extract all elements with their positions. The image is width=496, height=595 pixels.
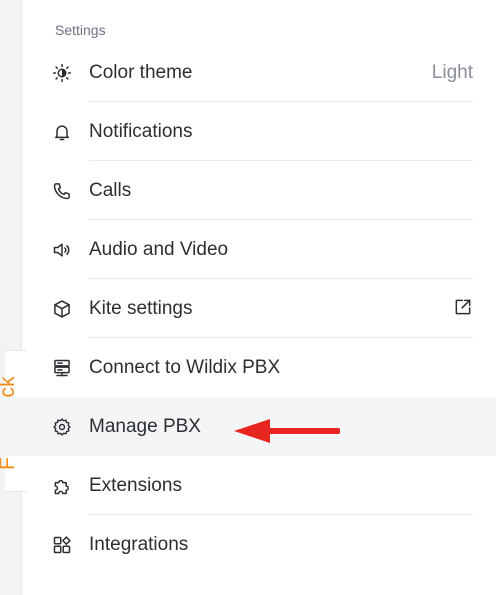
section-title: Settings — [55, 22, 106, 38]
color-theme-value: Light — [431, 61, 473, 83]
puzzle-icon — [52, 476, 72, 496]
menu-item-kite-settings[interactable]: Kite settings — [0, 279, 496, 338]
phone-icon — [52, 181, 72, 201]
annotation-arrow-icon — [234, 419, 340, 443]
settings-panel: Feedback Settings Color theme Light — [0, 0, 496, 595]
menu-item-integrations[interactable]: Integrations — [0, 515, 496, 574]
menu-item-label: Color theme — [89, 61, 193, 83]
menu-item-label: Integrations — [89, 533, 189, 555]
menu-item-label: Connect to Wildix PBX — [89, 356, 281, 378]
menu-item-notifications[interactable]: Notifications — [0, 102, 496, 161]
menu-item-extensions[interactable]: Extensions — [0, 456, 496, 515]
menu-item-label: Extensions — [89, 474, 182, 496]
gear-icon — [52, 417, 72, 437]
menu-item-label: Kite settings — [89, 297, 193, 319]
apps-icon — [52, 535, 72, 555]
settings-menu: Color theme Light Notifications Calls Au… — [0, 43, 496, 574]
cube-icon — [52, 299, 72, 319]
menu-item-label: Audio and Video — [89, 238, 229, 260]
menu-item-label: Notifications — [89, 120, 193, 142]
menu-item-connect-wildix-pbx[interactable]: Connect to Wildix PBX — [0, 338, 496, 397]
speaker-icon — [52, 240, 72, 260]
menu-item-color-theme[interactable]: Color theme Light — [0, 43, 496, 102]
menu-item-audio-video[interactable]: Audio and Video — [0, 220, 496, 279]
bell-icon — [52, 122, 72, 142]
menu-item-label: Calls — [89, 179, 132, 201]
menu-item-calls[interactable]: Calls — [0, 161, 496, 220]
server-icon — [52, 358, 72, 378]
menu-item-label: Manage PBX — [89, 415, 201, 437]
sun-icon — [52, 63, 72, 83]
external-link-icon[interactable] — [453, 297, 473, 317]
